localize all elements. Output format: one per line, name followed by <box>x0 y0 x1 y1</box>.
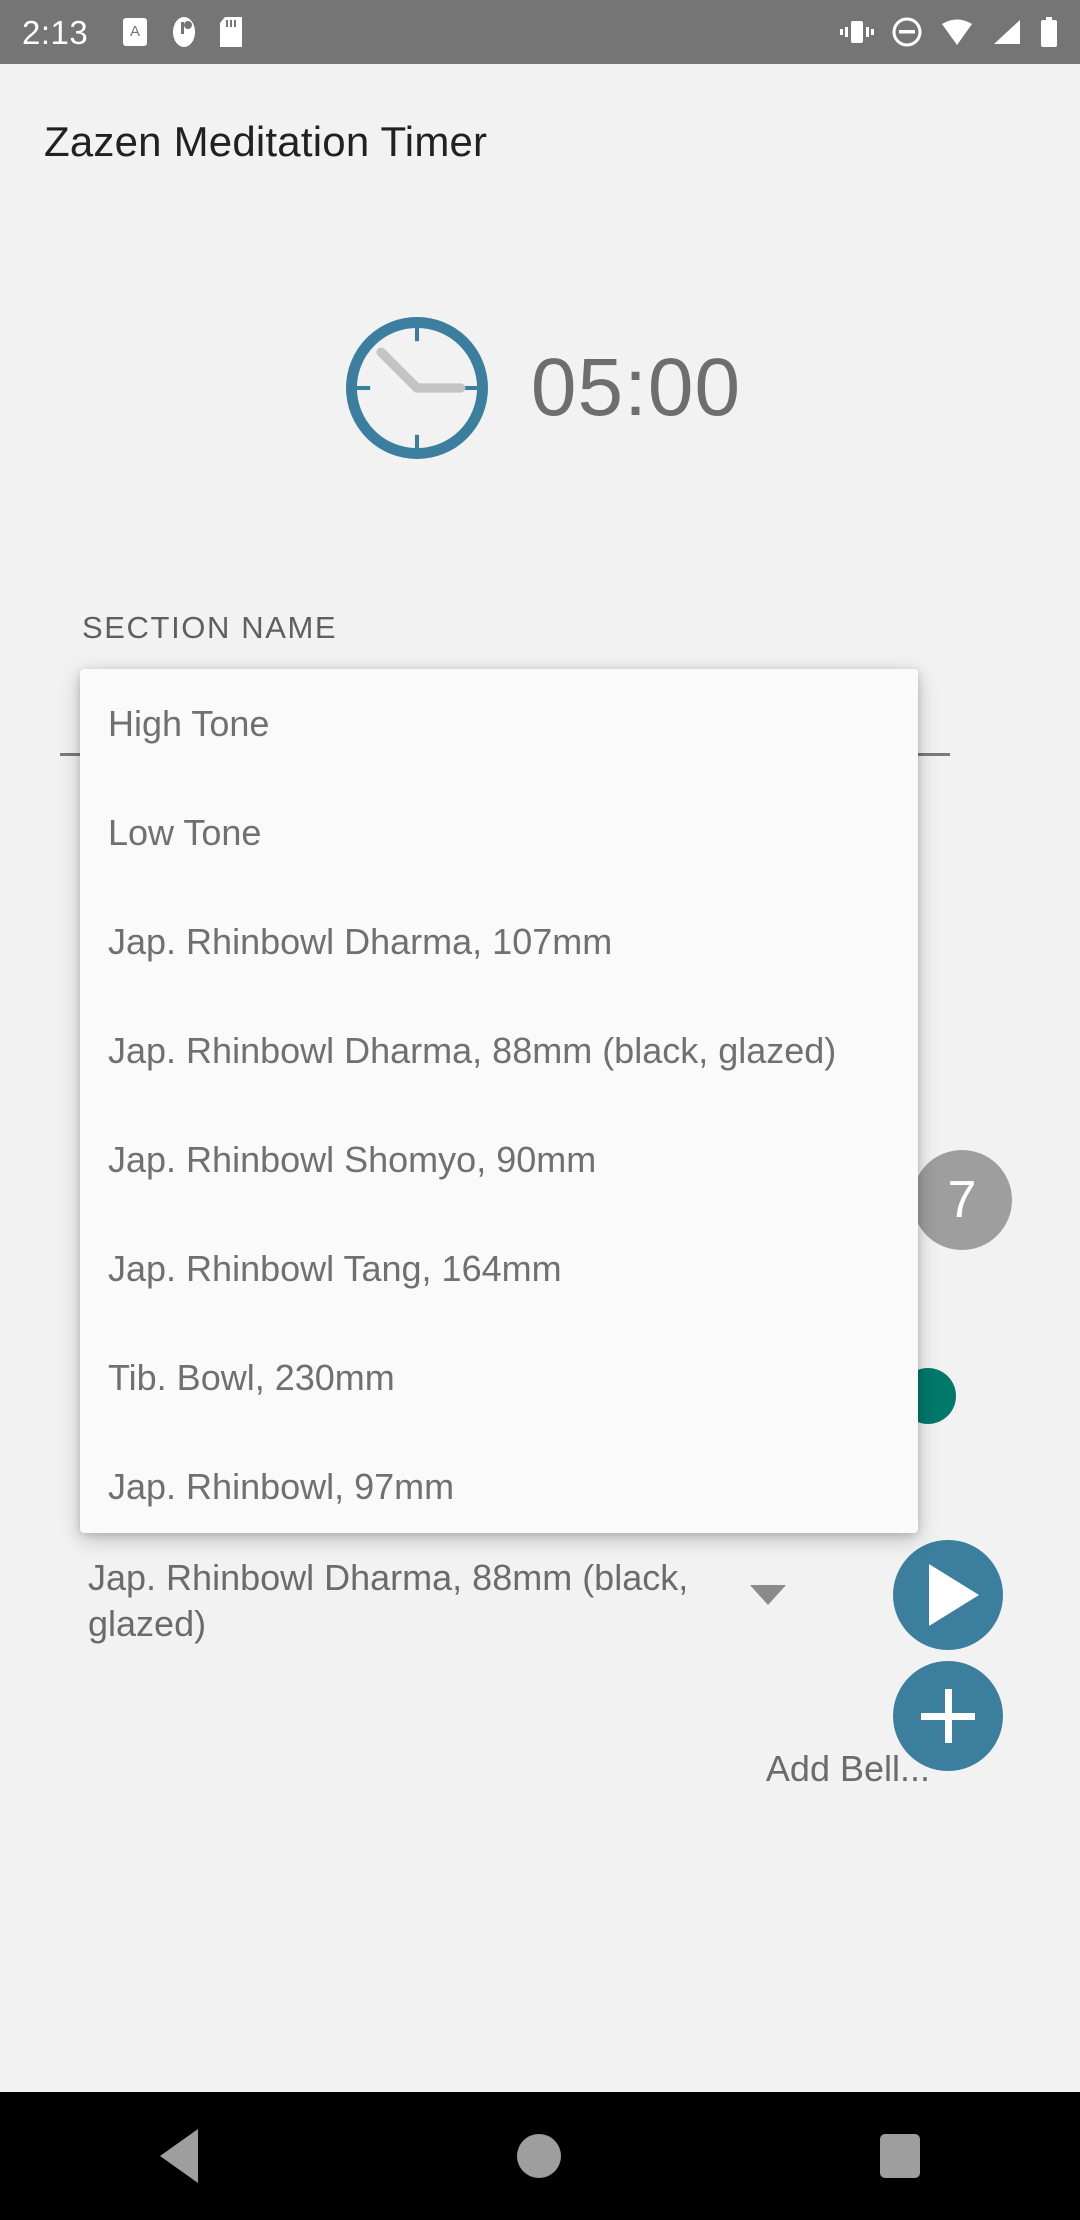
dropdown-item[interactable]: Tib. Bowl, 230mm <box>80 1323 918 1432</box>
back-icon[interactable] <box>159 2129 198 2183</box>
bell-repeat-badge[interactable]: 7 <box>912 1150 1012 1250</box>
dropdown-item[interactable]: High Tone <box>80 669 918 778</box>
app-screen: 2:13 A Zazen Meditation Timer 05:00 SECT… <box>0 0 1080 2220</box>
bell-selected-value[interactable]: Jap. Rhinbowl Dharma, 88mm (black, glaze… <box>88 1555 708 1647</box>
dropdown-item[interactable]: Jap. Rhinbowl Dharma, 107mm <box>80 887 918 996</box>
status-bar-notification-icons: A <box>122 16 243 48</box>
bell-dropdown-menu[interactable]: High Tone Low Tone Jap. Rhinbowl Dharma,… <box>80 669 918 1533</box>
status-bar-system-icons <box>840 17 1058 47</box>
status-bar-clock: 2:13 <box>22 13 89 51</box>
timer-value: 05:00 <box>530 342 742 433</box>
play-button[interactable] <box>893 1540 1003 1650</box>
dropdown-caret-icon[interactable] <box>750 1585 786 1605</box>
timer-display: 05:00 <box>0 310 1080 466</box>
play-icon <box>929 1564 979 1626</box>
do-not-disturb-icon <box>892 17 922 47</box>
sd-card-icon <box>220 17 243 47</box>
dropdown-item[interactable]: Jap. Rhinbowl Tang, 164mm <box>80 1214 918 1323</box>
wifi-icon <box>942 19 972 45</box>
home-icon[interactable] <box>516 2134 561 2178</box>
dropdown-item[interactable]: Jap. Rhinbowl Shomyo, 90mm <box>80 1105 918 1214</box>
page-title: Zazen Meditation Timer <box>44 118 488 165</box>
plus-icon-vertical <box>944 1689 952 1743</box>
section-name-label: SECTION NAME <box>82 610 338 645</box>
android-nav-bar <box>0 2092 1080 2220</box>
svg-text:A: A <box>130 23 140 40</box>
dropdown-item[interactable]: Low Tone <box>80 778 918 887</box>
battery-icon <box>1041 17 1057 47</box>
add-bell-button[interactable] <box>893 1661 1003 1771</box>
app-notification-icon <box>173 17 196 47</box>
screenshot-icon: A <box>123 18 148 46</box>
clock-icon <box>345 317 488 459</box>
vibrate-icon <box>840 21 874 43</box>
add-bell-label: Add Bell... <box>765 1748 930 1789</box>
status-bar: 2:13 A <box>0 0 1080 64</box>
signal-icon <box>994 20 1020 44</box>
dropdown-item[interactable]: Jap. Rhinbowl, 97mm <box>80 1432 918 1533</box>
dropdown-item[interactable]: Jap. Rhinbowl Dharma, 88mm (black, glaze… <box>80 996 918 1105</box>
recents-icon[interactable] <box>880 2134 921 2178</box>
